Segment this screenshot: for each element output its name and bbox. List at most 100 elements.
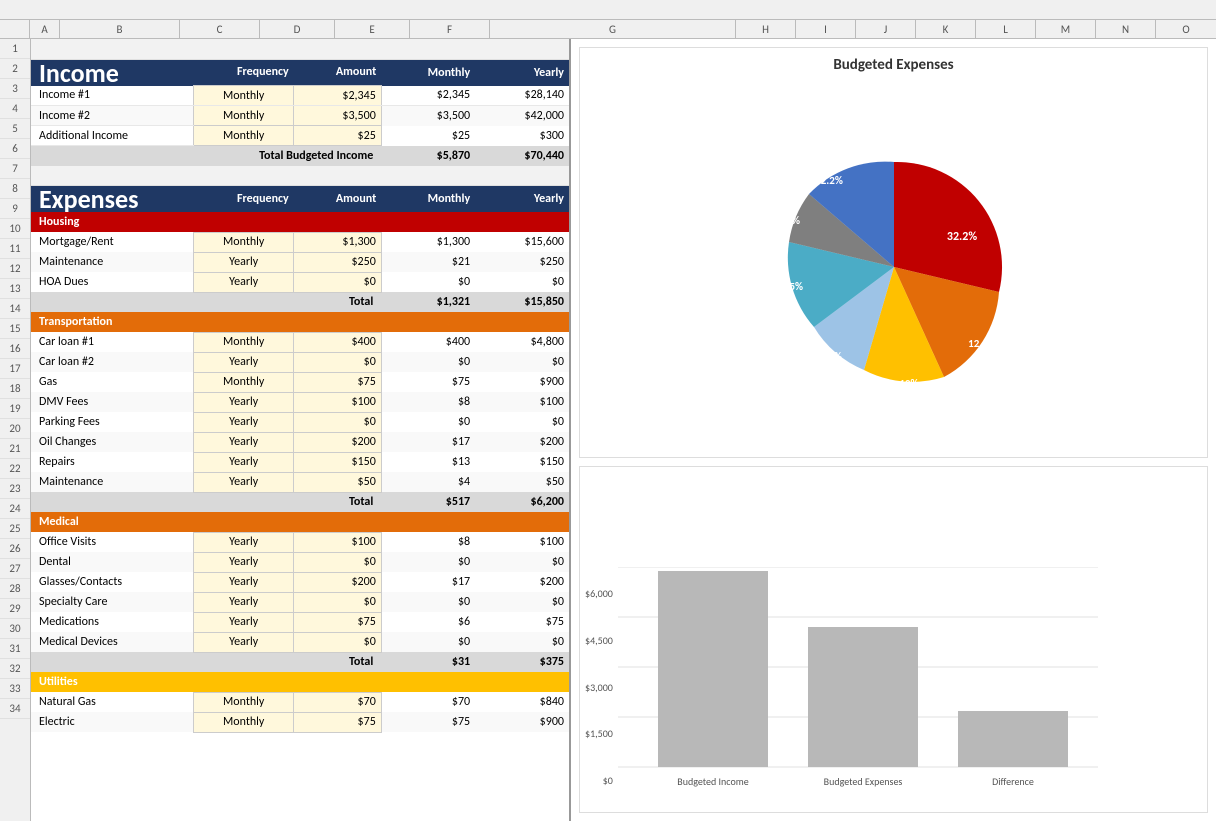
- pie-chart-area: 32.2% 12.6% 10% 7.4% 8.5% 3.3% 12.2%: [734, 82, 1054, 452]
- expenses-monthly-header: Monthly: [381, 186, 475, 213]
- officevisits-amount[interactable]: $100: [294, 532, 382, 552]
- income3-yearly: $300: [475, 126, 569, 146]
- gas-freq[interactable]: Monthly: [194, 372, 294, 392]
- col-header-m: M: [1036, 20, 1096, 38]
- parking-amount[interactable]: $0: [294, 412, 382, 432]
- glasses-freq[interactable]: Yearly: [194, 572, 294, 592]
- table-row: Medical Devices Yearly $0 $0 $0: [31, 632, 569, 652]
- col-header-b: B: [60, 20, 180, 38]
- row-15: 15: [0, 319, 30, 339]
- income-monthly-header: Monthly: [381, 59, 475, 86]
- oil-yearly: $200: [475, 432, 569, 452]
- pie-label-7: 12.2%: [815, 174, 843, 187]
- income3-freq[interactable]: Monthly: [194, 126, 294, 146]
- row-22: 22: [0, 459, 30, 479]
- row-2: 2: [0, 59, 30, 79]
- y-label-0: $0: [603, 774, 613, 787]
- electric-freq[interactable]: Monthly: [194, 712, 294, 732]
- dmv-freq[interactable]: Yearly: [194, 392, 294, 412]
- income1-freq[interactable]: Monthly: [194, 86, 294, 106]
- income2-monthly: $3,500: [381, 106, 475, 126]
- specialty-freq[interactable]: Yearly: [194, 592, 294, 612]
- medications-amount[interactable]: $75: [294, 612, 382, 632]
- income-total-yearly: $70,440: [475, 146, 569, 166]
- specialty-amount[interactable]: $0: [294, 592, 382, 612]
- table-row: Car loan #2 Yearly $0 $0 $0: [31, 352, 569, 372]
- maintenance-amount[interactable]: $250: [294, 252, 382, 272]
- carloan2-amount[interactable]: $0: [294, 352, 382, 372]
- col-header-h: H: [736, 20, 796, 38]
- naturalgas-freq[interactable]: Monthly: [194, 692, 294, 712]
- maintenance2-freq[interactable]: Yearly: [194, 472, 294, 492]
- dental-amount[interactable]: $0: [294, 552, 382, 572]
- row-34: 34: [0, 699, 30, 719]
- row-4: 4: [0, 99, 30, 119]
- glasses-monthly: $17: [381, 572, 475, 592]
- oil-freq[interactable]: Yearly: [194, 432, 294, 452]
- income2-amount[interactable]: $3,500: [294, 106, 382, 126]
- right-panel: Budgeted Expenses: [571, 39, 1216, 821]
- maintenance-freq[interactable]: Yearly: [194, 252, 294, 272]
- left-spreadsheet: Income Frequency Amount Monthly Yearly I…: [31, 39, 571, 821]
- naturalgas-label: Natural Gas: [31, 692, 194, 712]
- income2-freq[interactable]: Monthly: [194, 106, 294, 126]
- dmv-monthly: $8: [381, 392, 475, 412]
- mortgage-amount[interactable]: $1,300: [294, 232, 382, 252]
- hoa-freq[interactable]: Yearly: [194, 272, 294, 292]
- devices-freq[interactable]: Yearly: [194, 632, 294, 652]
- row-24: 24: [0, 499, 30, 519]
- repairs-monthly: $13: [381, 452, 475, 472]
- row-25: 25: [0, 519, 30, 539]
- carloan1-freq[interactable]: Monthly: [194, 332, 294, 352]
- table-row: Parking Fees Yearly $0 $0 $0: [31, 412, 569, 432]
- devices-amount[interactable]: $0: [294, 632, 382, 652]
- bar-expenses: [808, 627, 918, 767]
- budget-table: Income Frequency Amount Monthly Yearly I…: [31, 39, 569, 733]
- repairs-freq[interactable]: Yearly: [194, 452, 294, 472]
- main-content: 1 2 3 4 5 6 7 8 9 10 11 12 13 14 15 16 1…: [0, 39, 1216, 821]
- carloan1-amount[interactable]: $400: [294, 332, 382, 352]
- income-header-row: Income Frequency Amount Monthly Yearly: [31, 59, 569, 86]
- income-title: Income: [39, 57, 119, 89]
- dental-freq[interactable]: Yearly: [194, 552, 294, 572]
- income3-label: Additional Income: [31, 126, 194, 146]
- col-header-i: I: [796, 20, 856, 38]
- gas-monthly: $75: [381, 372, 475, 392]
- transport-total-monthly: $517: [381, 492, 475, 512]
- officevisits-freq[interactable]: Yearly: [194, 532, 294, 552]
- income3-amount[interactable]: $25: [294, 126, 382, 146]
- row-3: 3: [0, 79, 30, 99]
- electric-yearly: $900: [475, 712, 569, 732]
- income1-amount[interactable]: $2,345: [294, 86, 382, 106]
- income1-label: Income #1: [31, 86, 194, 106]
- bar-income: [658, 571, 768, 767]
- row-numbers: 1 2 3 4 5 6 7 8 9 10 11 12 13 14 15 16 1…: [0, 39, 31, 821]
- expenses-header-row: Expenses Frequency Amount Monthly Yearly: [31, 186, 569, 213]
- mortgage-label: Mortgage/Rent: [31, 232, 194, 252]
- medications-monthly: $6: [381, 612, 475, 632]
- table-row: Oil Changes Yearly $200 $17 $200: [31, 432, 569, 452]
- oil-amount[interactable]: $200: [294, 432, 382, 452]
- medications-freq[interactable]: Yearly: [194, 612, 294, 632]
- dmv-amount[interactable]: $100: [294, 392, 382, 412]
- medications-label: Medications: [31, 612, 194, 632]
- housing-total-row: Total $1,321 $15,850: [31, 292, 569, 312]
- row-17: 17: [0, 359, 30, 379]
- hoa-amount[interactable]: $0: [294, 272, 382, 292]
- row-19: 19: [0, 399, 30, 419]
- devices-monthly: $0: [381, 632, 475, 652]
- income-total-label: Total Budgeted Income: [31, 146, 381, 166]
- table-row: DMV Fees Yearly $100 $8 $100: [31, 392, 569, 412]
- parking-freq[interactable]: Yearly: [194, 412, 294, 432]
- glasses-amount[interactable]: $200: [294, 572, 382, 592]
- naturalgas-amount[interactable]: $70: [294, 692, 382, 712]
- row-10: 10: [0, 219, 30, 239]
- transport-total-yearly: $6,200: [475, 492, 569, 512]
- maintenance2-amount[interactable]: $50: [294, 472, 382, 492]
- carloan2-freq[interactable]: Yearly: [194, 352, 294, 372]
- mortgage-freq[interactable]: Monthly: [194, 232, 294, 252]
- row-5: 5: [0, 119, 30, 139]
- gas-amount[interactable]: $75: [294, 372, 382, 392]
- repairs-amount[interactable]: $150: [294, 452, 382, 472]
- electric-amount[interactable]: $75: [294, 712, 382, 732]
